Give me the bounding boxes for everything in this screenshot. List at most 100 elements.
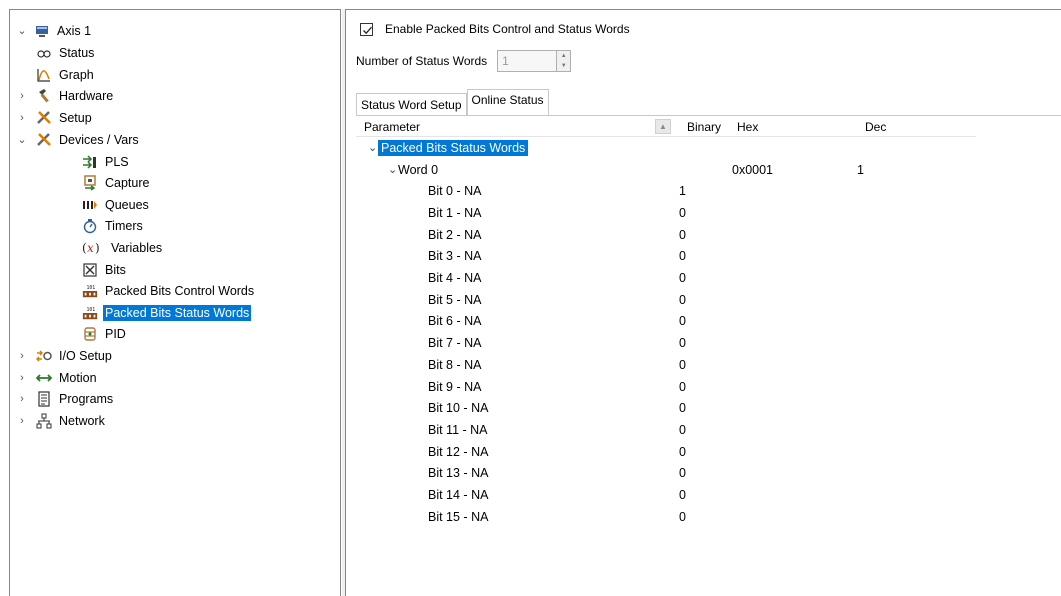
- expand-chevron-icon[interactable]: ›: [16, 350, 28, 362]
- sort-icon[interactable]: ▲: [655, 119, 671, 134]
- tree-item-setup[interactable]: › Setup: [16, 107, 94, 128]
- group-row-packed-bits-status-words[interactable]: ⌄ Packed Bits Status Words: [356, 137, 976, 159]
- navigation-tree[interactable]: ⌄ Axis 1 Status Graph › Hardware › Setup ⌄ Device…: [9, 9, 341, 596]
- bit-binary-value: 0: [679, 271, 686, 286]
- tree-item-label: Setup: [59, 110, 92, 125]
- bit-row[interactable]: Bit 14 - NA 0: [356, 484, 976, 506]
- bit-row[interactable]: Bit 10 - NA 0: [356, 397, 976, 419]
- bit-binary-value: 0: [679, 314, 686, 329]
- bit-row[interactable]: Bit 13 - NA 0: [356, 463, 976, 485]
- bit-binary-value: 0: [679, 444, 686, 459]
- column-header-dec[interactable]: Dec: [865, 120, 886, 134]
- tab-strip: Status Word Setup Online Status: [356, 89, 549, 115]
- bit-binary-value: 0: [679, 357, 686, 372]
- tree-item-motion[interactable]: › Motion: [16, 367, 99, 388]
- tree-item-bits[interactable]: Bits: [82, 259, 128, 280]
- tree-item-label: Axis 1: [57, 23, 92, 38]
- bit-row[interactable]: Bit 6 - NA 0: [356, 311, 976, 333]
- bits-icon: [82, 262, 98, 278]
- queues-icon: [82, 197, 98, 213]
- tree-item-programs[interactable]: › Programs: [16, 388, 115, 409]
- bit-row[interactable]: Bit 12 - NA 0: [356, 441, 976, 463]
- bit-label: Bit 12 - NA: [428, 444, 489, 459]
- enable-packed-bits-row[interactable]: Enable Packed Bits Control and Status Wo…: [360, 22, 630, 36]
- bit-row[interactable]: Bit 4 - NA 0: [356, 267, 976, 289]
- bit-row[interactable]: Bit 9 - NA 0: [356, 376, 976, 398]
- tree-item-hardware[interactable]: › Hardware: [16, 85, 115, 106]
- bit-label: Bit 14 - NA: [428, 488, 489, 503]
- tree-item-packed-bits-status-words[interactable]: 101 Packed Bits Status Words: [82, 302, 252, 323]
- bit-label: Bit 11 - NA: [428, 422, 488, 437]
- collapse-chevron-icon[interactable]: ⌄: [368, 141, 377, 154]
- tree-item-devices-vars[interactable]: ⌄ Devices / Vars: [16, 129, 141, 150]
- bit-row[interactable]: Bit 15 - NA 0: [356, 506, 976, 528]
- bit-label: Bit 2 - NA: [428, 227, 482, 242]
- tab-online-status[interactable]: Online Status: [466, 89, 549, 115]
- bit-row[interactable]: Bit 2 - NA 0: [356, 224, 976, 246]
- pls-icon: [82, 154, 98, 170]
- number-of-status-words-spinner[interactable]: ▲ ▼: [557, 50, 572, 72]
- tree-item-label: Motion: [59, 370, 97, 385]
- tree-item-network[interactable]: › Network: [16, 410, 107, 431]
- expand-chevron-icon[interactable]: ›: [16, 415, 28, 427]
- network-icon: [36, 413, 52, 429]
- tree-item-i-o-setup[interactable]: › I/O Setup: [16, 345, 114, 366]
- bit-label: Bit 8 - NA: [428, 357, 482, 372]
- tree-item-label: Devices / Vars: [59, 132, 139, 147]
- timer-icon: [82, 218, 98, 234]
- number-of-status-words-input[interactable]: 1: [497, 50, 558, 72]
- column-header-parameter[interactable]: Parameter: [364, 120, 420, 134]
- bit-row[interactable]: Bit 0 - NA 1: [356, 180, 976, 202]
- devices-icon: [36, 132, 52, 148]
- tab-divider: [356, 115, 1061, 116]
- word-row[interactable]: ⌄ Word 0 0x0001 1: [356, 159, 976, 181]
- tree-item-queues[interactable]: Queues: [82, 194, 151, 215]
- checkmark-icon: [363, 26, 372, 34]
- enable-packed-bits-checkbox[interactable]: [360, 22, 373, 36]
- expand-chevron-icon[interactable]: ›: [16, 112, 28, 124]
- spin-up-icon[interactable]: ▲: [557, 51, 570, 61]
- enable-packed-bits-label: Enable Packed Bits Control and Status Wo…: [385, 22, 630, 36]
- expand-chevron-icon[interactable]: ›: [16, 90, 28, 102]
- tab-status-word-setup[interactable]: Status Word Setup: [356, 93, 467, 115]
- tree-item-packed-bits-control-words[interactable]: 101 Packed Bits Control Words: [82, 280, 256, 301]
- bit-binary-value: 0: [679, 249, 686, 264]
- bit-row[interactable]: Bit 11 - NA 0: [356, 419, 976, 441]
- bit-row[interactable]: Bit 3 - NA 0: [356, 246, 976, 268]
- word-hex-value: 0x0001: [732, 162, 774, 177]
- collapse-chevron-icon[interactable]: ⌄: [16, 24, 28, 37]
- bit-label: Bit 15 - NA: [428, 509, 489, 524]
- tree-item-timers[interactable]: Timers: [82, 215, 145, 236]
- tree-item-label: I/O Setup: [59, 348, 112, 363]
- bit-binary-value: 0: [679, 205, 686, 220]
- number-of-status-words-label: Number of Status Words: [356, 54, 488, 68]
- bit-label: Bit 4 - NA: [428, 271, 482, 286]
- tree-item-pid[interactable]: PID: [82, 323, 128, 344]
- bit-label: Bit 10 - NA: [428, 401, 489, 416]
- collapse-chevron-icon[interactable]: ⌄: [16, 133, 28, 146]
- tree-item-variables[interactable]: (x) Variables: [82, 237, 164, 258]
- tree-item-axis-1[interactable]: ⌄ Axis 1: [16, 20, 93, 41]
- bit-row[interactable]: Bit 7 - NA 0: [356, 332, 976, 354]
- svg-text:101: 101: [86, 307, 95, 313]
- tree-item-status[interactable]: Status: [36, 42, 96, 63]
- bit-row[interactable]: Bit 8 - NA 0: [356, 354, 976, 376]
- expand-chevron-icon[interactable]: ›: [16, 393, 28, 405]
- tree-item-graph[interactable]: Graph: [36, 64, 96, 85]
- spin-down-icon[interactable]: ▼: [557, 61, 570, 71]
- tree-item-capture[interactable]: Capture: [82, 172, 151, 193]
- bit-row[interactable]: Bit 5 - NA 0: [356, 289, 976, 311]
- bit-row[interactable]: Bit 1 - NA 0: [356, 202, 976, 224]
- column-header-binary[interactable]: Binary: [687, 120, 721, 134]
- packed-bits-icon: 101: [82, 305, 98, 321]
- motion-icon: [36, 370, 52, 386]
- bit-label: Bit 5 - NA: [428, 292, 482, 307]
- column-header-hex[interactable]: Hex: [737, 120, 758, 134]
- pid-icon: [82, 326, 98, 342]
- graph-icon: [36, 67, 52, 83]
- expand-chevron-icon[interactable]: ›: [16, 372, 28, 384]
- tree-item-pls[interactable]: PLS: [82, 151, 131, 172]
- status-icon: [36, 45, 52, 61]
- collapse-chevron-icon[interactable]: ⌄: [388, 163, 397, 176]
- bit-binary-value: 0: [679, 466, 686, 481]
